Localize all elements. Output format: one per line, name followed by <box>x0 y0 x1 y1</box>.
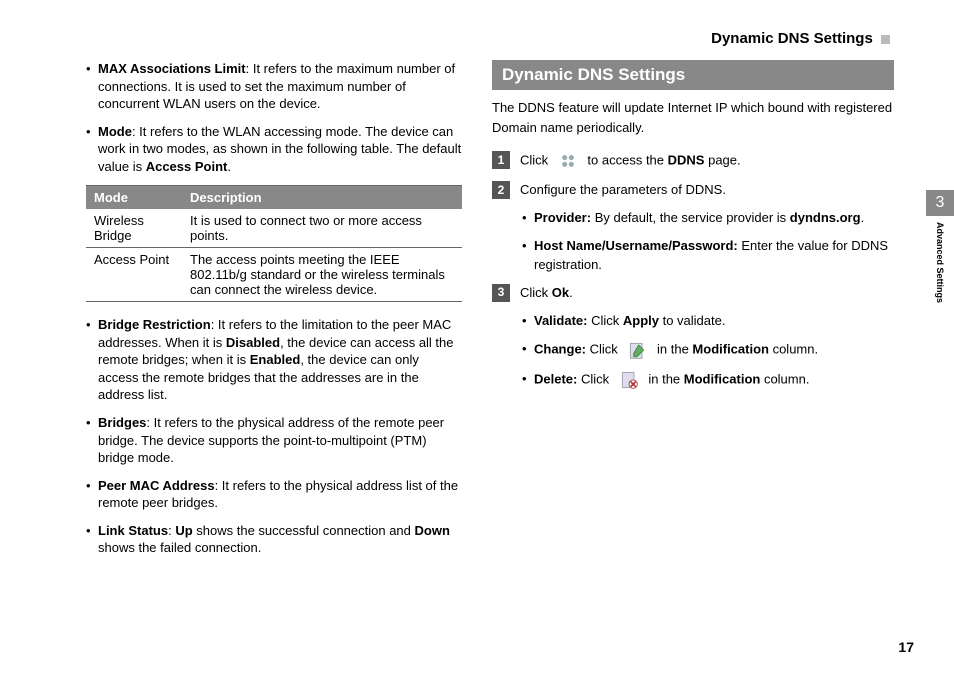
sub-provider: Provider: By default, the service provid… <box>522 209 894 227</box>
table-row: Wireless Bridge It is used to connect tw… <box>86 209 462 248</box>
cell-desc: It is used to connect two or more access… <box>182 209 462 248</box>
bullet-label: Bridges <box>98 415 146 430</box>
action-item: Delete: Click in the Modification column… <box>522 370 894 390</box>
bullet-trail-bold: Access Point <box>146 159 228 174</box>
ddns-nav-icon <box>558 151 578 171</box>
sub-after: . <box>861 210 865 225</box>
step-badge: 1 <box>492 151 510 169</box>
header-square-icon <box>881 35 890 44</box>
bullets-top: MAX Associations Limit: It refers to the… <box>86 60 462 175</box>
intro-text: The DDNS feature will update Internet IP… <box>492 98 894 137</box>
bullet-mode: Mode: It refers to the WLAN accessing mo… <box>86 123 462 176</box>
th-mode: Mode <box>86 186 182 210</box>
action-item: Validate: Click Apply to validate. <box>522 312 894 330</box>
bullet-label: Link Status <box>98 523 168 538</box>
step2-sublist: Provider: By default, the service provid… <box>522 209 894 274</box>
step3-pre: Click <box>520 285 552 300</box>
step3-bold: Ok <box>552 285 569 300</box>
chapter-label: Advanced Settings <box>935 216 945 303</box>
bold-text: Up <box>175 523 192 538</box>
chapter-number: 3 <box>926 190 954 216</box>
mode-table: Mode Description Wireless Bridge It is u… <box>86 185 462 302</box>
step-body: Click to access the DDNS page. <box>520 151 894 171</box>
bold-text: Modification <box>692 342 769 357</box>
step-3: 3 Click Ok. <box>492 284 894 302</box>
sub-bold: dyndns.org <box>790 210 861 225</box>
actions-list: Validate: Click Apply to validate. Change… <box>522 312 894 390</box>
bullet-item: Bridge Restriction: It refers to the lim… <box>86 316 462 404</box>
sub-text: By default, the service provider is <box>591 210 790 225</box>
bullet-label: Mode <box>98 124 132 139</box>
cell-mode: Access Point <box>86 248 182 302</box>
step-badge: 3 <box>492 284 510 302</box>
cell-mode: Wireless Bridge <box>86 209 182 248</box>
bullet-item: Link Status: Up shows the successful con… <box>86 522 462 557</box>
header-title: Dynamic DNS Settings <box>711 30 873 47</box>
step-1: 1 Click to access the DDNS page. <box>492 151 894 171</box>
bullet-item: Bridges: It refers to the physical addre… <box>86 414 462 467</box>
bold-text: Enabled <box>250 352 301 367</box>
sub-label: Provider: <box>534 210 591 225</box>
bold-text: Apply <box>623 313 659 328</box>
bullets-bottom: Bridge Restriction: It refers to the lim… <box>86 316 462 557</box>
action-item: Change: Click in the Modification column… <box>522 340 894 360</box>
right-column: Dynamic DNS Settings The DDNS feature wi… <box>492 60 894 567</box>
delete-icon <box>619 370 639 390</box>
th-desc: Description <box>182 186 462 210</box>
edit-icon <box>627 340 647 360</box>
bullet-label: Peer MAC Address <box>98 478 215 493</box>
bullet-item: Peer MAC Address: It refers to the physi… <box>86 477 462 512</box>
section-title: Dynamic DNS Settings <box>492 60 894 90</box>
step1-pre: Click <box>520 152 548 167</box>
step-body: Configure the parameters of DDNS. <box>520 181 894 199</box>
action-label: Change: <box>534 342 586 357</box>
bullet-trail-after: . <box>227 159 231 174</box>
sub-host: Host Name/Username/Password: Enter the v… <box>522 237 894 273</box>
page-header-right: Dynamic DNS Settings <box>711 30 894 47</box>
step1-postb: page. <box>704 152 740 167</box>
action-label: Delete: <box>534 372 577 387</box>
bold-text: Disabled <box>226 335 280 350</box>
left-column: MAX Associations Limit: It refers to the… <box>60 60 462 567</box>
bullet-max-assoc: MAX Associations Limit: It refers to the… <box>86 60 462 113</box>
bold-text: Modification <box>684 372 761 387</box>
step1-bold: DDNS <box>668 152 705 167</box>
table-row: Access Point The access points meeting t… <box>86 248 462 302</box>
step-badge: 2 <box>492 181 510 199</box>
bold-text: Down <box>415 523 450 538</box>
step2-text: Configure the parameters of DDNS. <box>520 182 726 197</box>
step-body: Click Ok. <box>520 284 894 302</box>
table-header-row: Mode Description <box>86 186 462 210</box>
bullet-label: MAX Associations Limit <box>98 61 246 76</box>
bullet-label: Bridge Restriction <box>98 317 211 332</box>
step-2: 2 Configure the parameters of DDNS. <box>492 181 894 199</box>
sub-label: Host Name/Username/Password: <box>534 238 738 253</box>
cell-desc: The access points meeting the IEEE 802.1… <box>182 248 462 302</box>
page-number: 17 <box>898 639 914 655</box>
action-label: Validate: <box>534 313 587 328</box>
side-tab: 3 Advanced Settings <box>926 190 954 303</box>
step3-after: . <box>569 285 573 300</box>
step1-posta: to access the <box>587 152 667 167</box>
